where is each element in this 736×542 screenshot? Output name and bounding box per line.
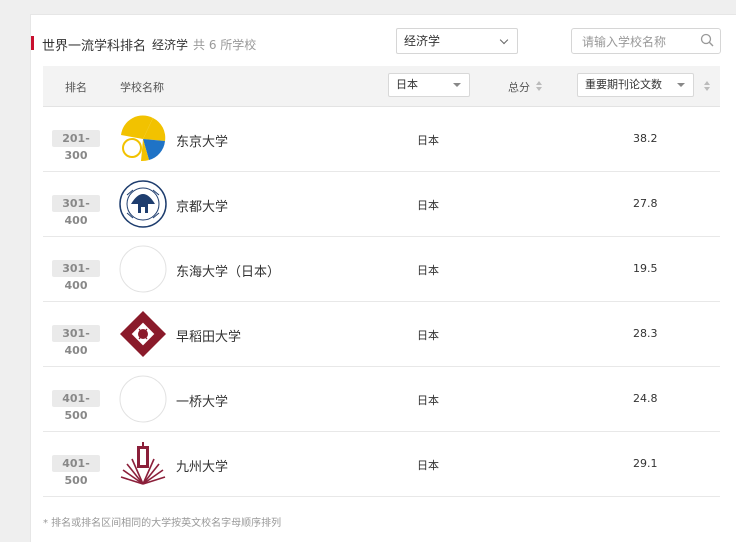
- rank-badge: 301-400: [52, 325, 100, 357]
- table-row[interactable]: 301-400 早稻田大学 日本 28.3: [43, 302, 720, 367]
- score-cell: 24.8: [633, 392, 658, 405]
- school-count: 共 6 所学校: [193, 38, 257, 52]
- subject-select[interactable]: 经济学: [396, 28, 518, 54]
- rank-badge: 301-400: [52, 195, 100, 227]
- rank-badge: 201-300: [52, 130, 100, 162]
- column-total[interactable]: 总分: [508, 79, 530, 95]
- chevron-down-icon: [499, 35, 509, 45]
- school-name[interactable]: 东海大学（日本）: [176, 261, 280, 280]
- table-row[interactable]: 301-400 东海大学（日本） 日本 19.5: [43, 237, 720, 302]
- caret-down-icon: [453, 83, 461, 87]
- search-input[interactable]: [580, 30, 702, 54]
- subject-select-value: 经济学: [404, 34, 441, 48]
- school-name[interactable]: 一桥大学: [176, 391, 228, 410]
- title-accent-bar: [31, 36, 34, 50]
- score-cell: 19.5: [633, 262, 658, 275]
- country-filter-select[interactable]: 日本: [388, 73, 470, 97]
- score-cell: 28.3: [633, 327, 658, 340]
- sort-icon[interactable]: [704, 81, 712, 93]
- indicator-select-value: 重要期刊论文数: [585, 78, 662, 91]
- school-name[interactable]: 东京大学: [176, 131, 228, 150]
- column-school: 学校名称: [120, 81, 164, 94]
- country-cell: 日本: [417, 134, 439, 147]
- caret-down-icon: [677, 83, 685, 87]
- table-header: 排名 学校名称 日本 总分 重要期刊论文数: [43, 66, 720, 107]
- rank-badge: 401-500: [52, 455, 100, 487]
- score-cell: 27.8: [633, 197, 658, 210]
- country-cell: 日本: [417, 459, 439, 472]
- search-icon[interactable]: [700, 33, 714, 47]
- rank-badge: 401-500: [52, 390, 100, 422]
- ranking-card: 世界一流学科排名 经济学 共 6 所学校 经济学 排名 学校名称 日本 总分 重…: [30, 14, 736, 542]
- column-rank: 排名: [65, 81, 87, 94]
- table-row[interactable]: 201-300 东京大学 日本 38.2: [43, 107, 720, 172]
- score-cell: 38.2: [633, 132, 658, 145]
- ranking-footnote: * 排名或排名区间相同的大学按英文校名字母顺序排列: [43, 518, 282, 529]
- school-name[interactable]: 早稻田大学: [176, 326, 241, 345]
- indicator-select[interactable]: 重要期刊论文数: [577, 73, 694, 97]
- school-name[interactable]: 九州大学: [176, 456, 228, 475]
- subject-label: 经济学: [152, 38, 189, 52]
- tokyo-university-logo: [121, 115, 166, 162]
- country-cell: 日本: [417, 264, 439, 277]
- table-row[interactable]: 401-500 一桥大学 日本 24.8: [43, 367, 720, 432]
- school-name[interactable]: 京都大学: [176, 196, 228, 215]
- table-row[interactable]: 301-400 京都大学 日本 27.8: [43, 172, 720, 237]
- kyushu-university-logo: [120, 442, 166, 485]
- page-title: 世界一流学科排名: [42, 39, 147, 54]
- country-cell: 日本: [417, 394, 439, 407]
- country-cell: 日本: [417, 329, 439, 342]
- placeholder-logo: [119, 375, 167, 423]
- placeholder-logo: [119, 245, 167, 293]
- sort-icon[interactable]: [536, 81, 544, 93]
- rank-badge: 301-400: [52, 260, 100, 292]
- waseda-university-logo: [120, 311, 166, 357]
- kyoto-university-logo: [119, 180, 167, 228]
- country-cell: 日本: [417, 199, 439, 212]
- search-box[interactable]: [571, 28, 721, 54]
- country-filter-value: 日本: [396, 78, 418, 91]
- table-row[interactable]: 401-500 九州大学 日本 29.1: [43, 432, 720, 497]
- score-cell: 29.1: [633, 457, 658, 470]
